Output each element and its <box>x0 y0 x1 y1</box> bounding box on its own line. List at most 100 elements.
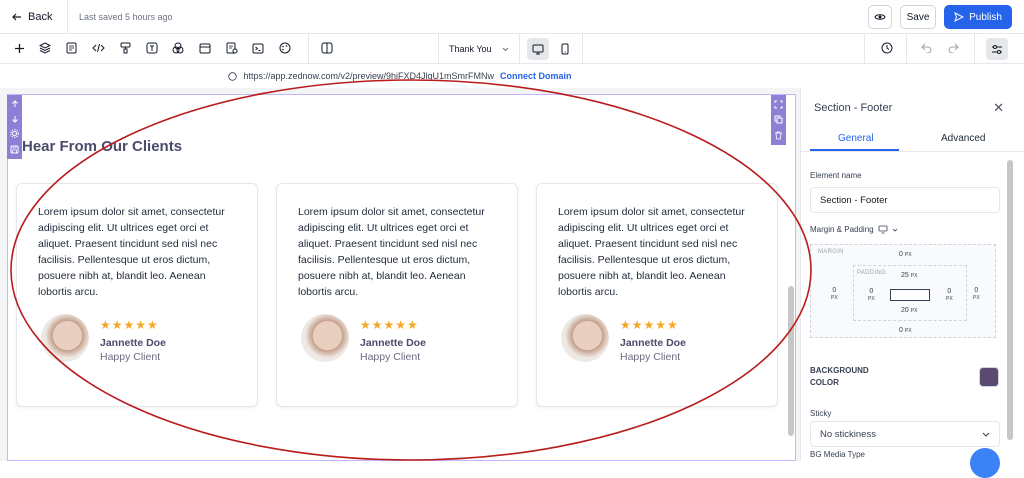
margin-bottom-value[interactable]: 0 PX <box>899 327 912 334</box>
scripts-button[interactable] <box>251 41 265 55</box>
testimonial-card[interactable]: Lorem ipsum dolor sit amet, consectetur … <box>276 183 518 407</box>
testimonial-text: Lorem ipsum dolor sit amet, consectetur … <box>558 206 745 298</box>
globe-icon <box>228 71 238 81</box>
back-button[interactable]: Back <box>0 0 68 34</box>
margin-padding-text: Margin & Padding <box>810 225 874 234</box>
gear-icon[interactable] <box>10 129 19 139</box>
client-role: Happy Client <box>360 351 421 363</box>
padding-right-value[interactable]: 0 PX <box>946 288 953 302</box>
chevron-down-icon <box>502 47 509 51</box>
code-button[interactable] <box>91 41 105 55</box>
client-role: Happy Client <box>100 351 161 363</box>
desktop-view-button[interactable] <box>527 38 549 60</box>
testimonial-card[interactable]: Lorem ipsum dolor sit amet, consectetur … <box>536 183 778 407</box>
background-color-swatch[interactable] <box>979 367 999 387</box>
margin-left-value[interactable]: 0 PX <box>831 287 838 301</box>
palette-icon <box>279 42 291 54</box>
star-rating: ★★★★★ <box>620 318 679 332</box>
monitor-icon <box>532 44 544 54</box>
margin-label: MARGIN <box>818 249 844 255</box>
arrow-down-icon[interactable] <box>11 115 19 123</box>
close-icon[interactable]: ✕ <box>993 100 1004 116</box>
trash-icon[interactable] <box>774 131 783 140</box>
redo-button[interactable] <box>946 41 960 55</box>
last-saved-text: Last saved 5 hours ago <box>79 11 173 22</box>
save-icon[interactable] <box>10 145 19 154</box>
panel-title: Section - Footer <box>814 102 893 114</box>
padding-box: PADDING 25 PX 20 PX 0 PX 0 PX <box>853 265 967 321</box>
settings-toggle-button[interactable] <box>986 38 1008 60</box>
arrow-up-icon[interactable] <box>11 100 19 108</box>
pages-button[interactable] <box>64 41 78 55</box>
paint-roller-icon <box>120 42 130 54</box>
canvas-scrollbar[interactable] <box>788 286 794 436</box>
redo-icon <box>948 43 959 53</box>
forms-button[interactable] <box>225 41 239 55</box>
layers-button[interactable] <box>38 41 52 55</box>
preview-button[interactable] <box>868 5 892 29</box>
section-heading[interactable]: Hear From Our Clients <box>22 138 182 155</box>
padding-label: PADDING <box>857 270 886 276</box>
sticky-label: Sticky <box>810 409 832 418</box>
text-button[interactable] <box>145 41 159 55</box>
clock-icon <box>881 42 893 54</box>
elements-button[interactable] <box>171 41 185 55</box>
history-button[interactable] <box>880 41 894 55</box>
panel-scrollbar[interactable] <box>1007 160 1013 440</box>
split-view-button[interactable] <box>320 41 334 55</box>
eye-icon <box>874 14 886 20</box>
padding-bottom-value[interactable]: 20 PX <box>901 307 917 314</box>
arrow-left-icon <box>12 13 21 20</box>
add-element-button[interactable] <box>12 41 26 55</box>
undo-button[interactable] <box>920 41 934 55</box>
padding-left-value[interactable]: 0 PX <box>868 288 875 302</box>
client-name: Jannette Doe <box>360 337 426 349</box>
element-name-input[interactable]: Section - Footer <box>810 187 1000 213</box>
document-icon <box>66 42 76 54</box>
styles-button[interactable] <box>118 41 132 55</box>
section-right-toolbar <box>771 95 786 145</box>
preview-url-bar: https://app.zednow.com/v2/preview/9hiFXD… <box>0 64 800 88</box>
margin-padding-label: Margin & Padding <box>810 225 898 234</box>
background-color-label: BACKGROUND COLOR <box>810 366 869 387</box>
smartphone-icon <box>561 43 569 55</box>
margin-top-value[interactable]: 0 PX <box>899 251 912 258</box>
section-left-toolbar <box>7 95 22 159</box>
padding-top-value[interactable]: 25 PX <box>901 272 917 279</box>
testimonial-card[interactable]: Lorem ipsum dolor sit amet, consectetur … <box>16 183 258 407</box>
terminal-icon <box>252 43 264 53</box>
plus-icon <box>14 43 24 53</box>
send-icon <box>954 12 965 22</box>
copy-icon[interactable] <box>774 115 783 124</box>
tab-advanced[interactable]: Advanced <box>941 133 985 144</box>
layers-icon <box>39 42 51 54</box>
testimonial-text: Lorem ipsum dolor sit amet, consectetur … <box>298 206 485 298</box>
monitor-icon[interactable] <box>878 225 888 234</box>
window-icon <box>199 43 211 53</box>
expand-icon[interactable] <box>774 100 783 109</box>
margin-right-value[interactable]: 0 PX <box>973 287 980 301</box>
client-name: Jannette Doe <box>100 337 166 349</box>
client-avatar <box>301 314 349 362</box>
tab-general[interactable]: General <box>838 133 874 144</box>
sliders-icon <box>992 44 1002 54</box>
theme-button[interactable] <box>278 41 292 55</box>
chevron-down-icon[interactable] <box>892 228 898 232</box>
save-button[interactable]: Save <box>900 5 936 29</box>
shapes-icon <box>172 42 184 54</box>
properties-panel: Section - Footer ✕ General Advanced Elem… <box>800 88 1024 461</box>
client-avatar <box>41 314 89 362</box>
testimonial-text: Lorem ipsum dolor sit amet, consectetur … <box>38 206 225 298</box>
mobile-view-button[interactable] <box>554 38 576 60</box>
back-label: Back <box>28 10 53 23</box>
text-icon <box>146 42 158 54</box>
popup-button[interactable] <box>198 41 212 55</box>
connect-domain-link[interactable]: Connect Domain <box>500 71 572 81</box>
page-selector[interactable]: Thank You <box>438 34 520 64</box>
content-box <box>890 289 930 301</box>
sticky-select[interactable]: No stickiness <box>810 421 1000 447</box>
undo-icon <box>921 43 932 53</box>
preview-url[interactable]: https://app.zednow.com/v2/preview/9hiFXD… <box>243 71 494 81</box>
help-chat-button[interactable] <box>970 448 1000 478</box>
publish-button[interactable]: Publish <box>944 5 1012 29</box>
